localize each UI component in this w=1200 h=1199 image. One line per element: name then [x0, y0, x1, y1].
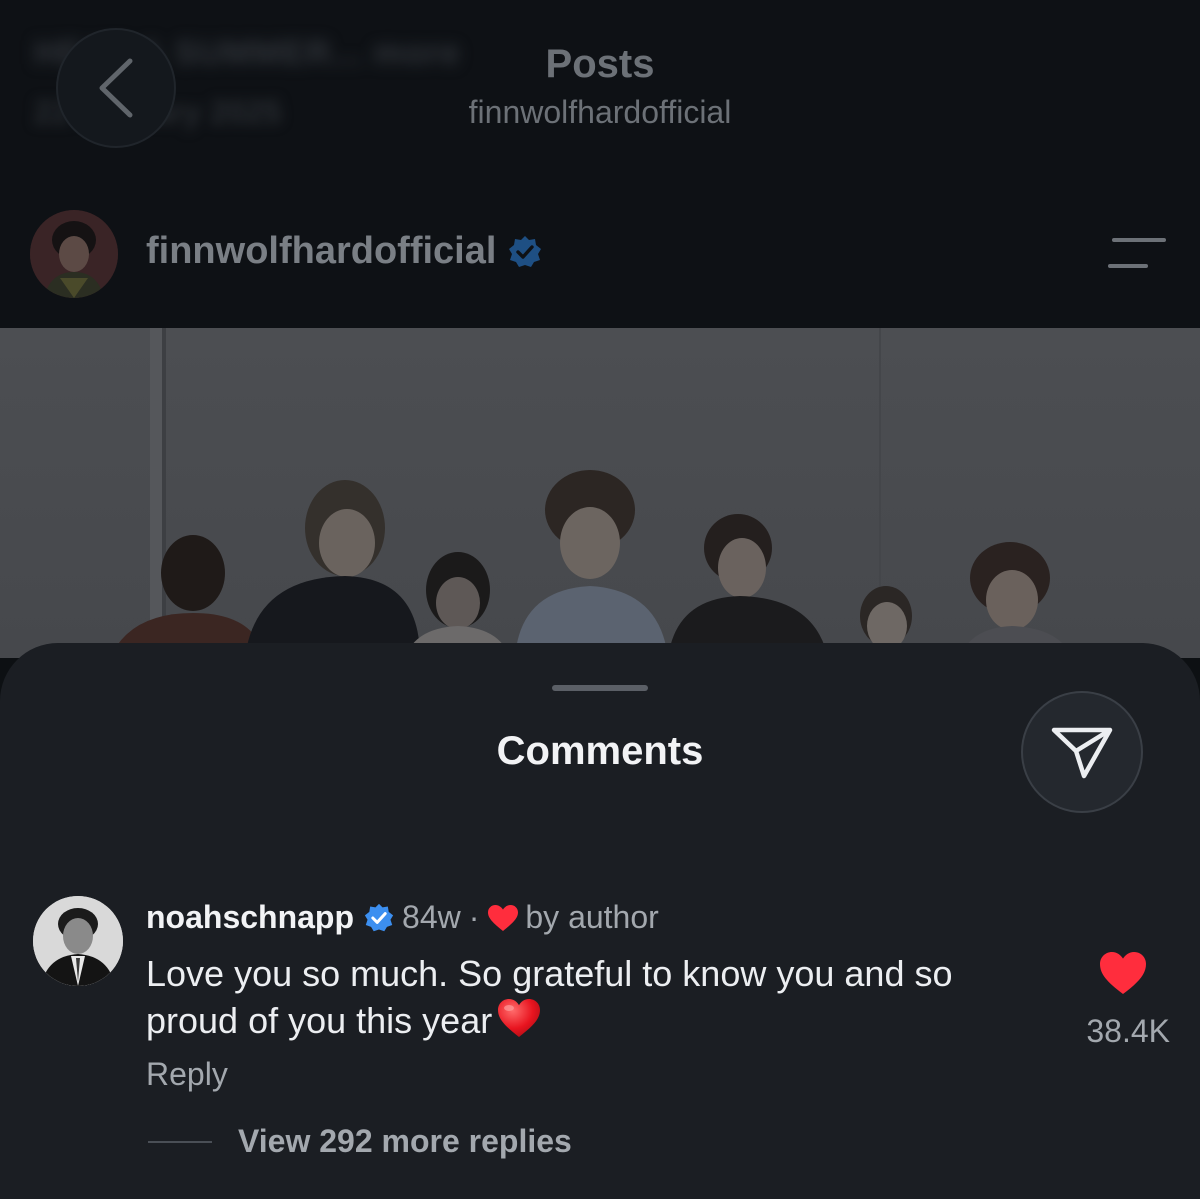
comments-title: Comments	[496, 729, 704, 773]
reply-button[interactable]: Reply	[146, 1056, 228, 1093]
top-bar: HEAT & SUMMER... more 22 January 2025 Po…	[0, 0, 1200, 190]
verified-badge-icon	[509, 235, 542, 267]
verified-badge-icon	[364, 903, 394, 933]
liked-by-author-label: by author	[525, 899, 659, 935]
liked-by-author-heart-icon	[487, 904, 519, 932]
page-subtitle: finnwolfhardofficial	[468, 94, 732, 130]
post-author-avatar[interactable]	[30, 210, 118, 298]
meta-separator: ·	[468, 899, 480, 935]
post-author[interactable]: finnwolfhardofficial	[146, 230, 542, 273]
heart-emoji	[496, 997, 542, 1050]
menu-icon[interactable]	[1108, 236, 1168, 270]
comment-body: Love you so much. So grateful to know yo…	[146, 951, 1026, 1050]
heart-icon[interactable]	[1098, 950, 1148, 996]
comment-meta: noahschnapp 84w · by author	[146, 899, 659, 936]
send-icon	[1051, 727, 1113, 779]
share-button[interactable]	[1021, 691, 1143, 813]
post-header: finnwolfhardofficial	[0, 190, 1200, 328]
commenter-avatar[interactable]	[33, 896, 123, 986]
sheet-drag-handle[interactable]	[552, 685, 648, 691]
comment-timestamp: 84w	[402, 899, 461, 935]
replies-divider	[148, 1141, 212, 1143]
like-count: 38.4K	[1086, 1013, 1170, 1049]
post-username-text: finnwolfhardofficial	[146, 230, 497, 272]
post-image[interactable]	[0, 328, 1200, 658]
view-replies-button[interactable]: View 292 more replies	[238, 1123, 572, 1160]
comment-item: noahschnapp 84w · by author Love you so …	[0, 893, 1200, 1193]
comment-text: Love you so much. So grateful to know yo…	[146, 953, 953, 1041]
commenter-username[interactable]: noahschnapp	[146, 899, 354, 936]
page-title: Posts	[545, 42, 655, 86]
comments-sheet: Comments noahschnapp 84w · by author Lov…	[0, 643, 1200, 1199]
